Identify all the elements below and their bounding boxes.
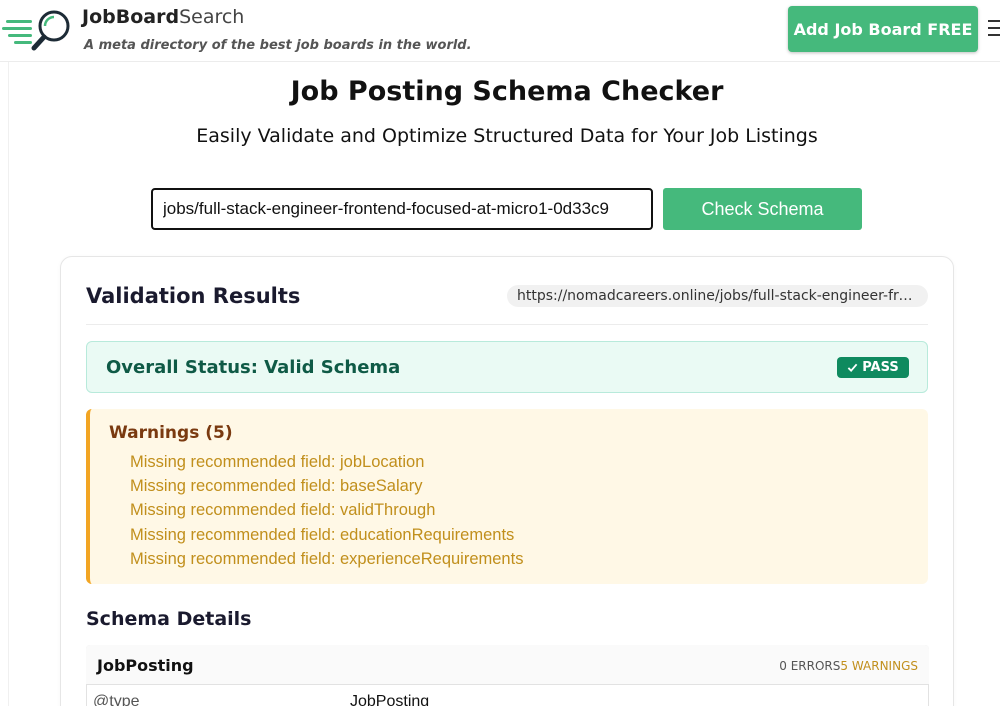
schema-details-title: Schema Details [86, 608, 252, 630]
check-schema-button[interactable]: Check Schema [663, 188, 862, 230]
warning-item: Missing recommended field: experienceReq… [130, 549, 524, 568]
schema-counts: 0 ERRORS5 WARNINGS [700, 659, 918, 673]
warnings-title: Warnings (5) [109, 423, 233, 443]
pass-badge: PASS [837, 357, 909, 378]
page-frame-line [8, 62, 9, 706]
results-divider [86, 324, 928, 325]
page-title: Job Posting Schema Checker [290, 76, 724, 107]
check-icon [847, 363, 858, 373]
site-header: JobBoardSearch A meta directory of the b… [0, 0, 1000, 62]
warning-item: Missing recommended field: educationRequ… [130, 525, 515, 544]
add-job-board-button[interactable]: Add Job Board FREE [788, 6, 978, 52]
overall-status-text: Overall Status: Valid Schema [106, 357, 401, 378]
schema-type-name: JobPosting [97, 656, 194, 675]
brand-name-bold: JobBoard [82, 6, 180, 28]
property-value: JobPosting [350, 693, 430, 706]
checked-url-pill: https://nomadcareers.online/jobs/full-st… [507, 285, 928, 307]
pass-badge-label: PASS [862, 360, 899, 375]
results-title: Validation Results [86, 284, 301, 308]
warning-item: Missing recommended field: jobLocation [130, 453, 425, 471]
warnings-count: 5 WARNINGS [840, 659, 918, 673]
page-subtitle: Easily Validate and Optimize Structured … [196, 125, 818, 147]
brand-name[interactable]: JobBoardSearch [82, 6, 244, 28]
url-input[interactable] [151, 188, 653, 230]
property-key: @type [93, 693, 140, 706]
tagline: A meta directory of the best job boards … [84, 38, 472, 53]
magnifier-with-speed-lines-icon[interactable] [2, 6, 76, 54]
hamburger-menu-icon[interactable] [988, 20, 1000, 38]
errors-count: 0 ERRORS [779, 659, 841, 673]
warning-item: Missing recommended field: validThrough [130, 501, 436, 520]
warning-item: Missing recommended field: baseSalary [130, 477, 423, 496]
brand-name-light: Search [179, 6, 245, 28]
warnings-list: Missing recommended field: jobLocation M… [130, 450, 523, 571]
